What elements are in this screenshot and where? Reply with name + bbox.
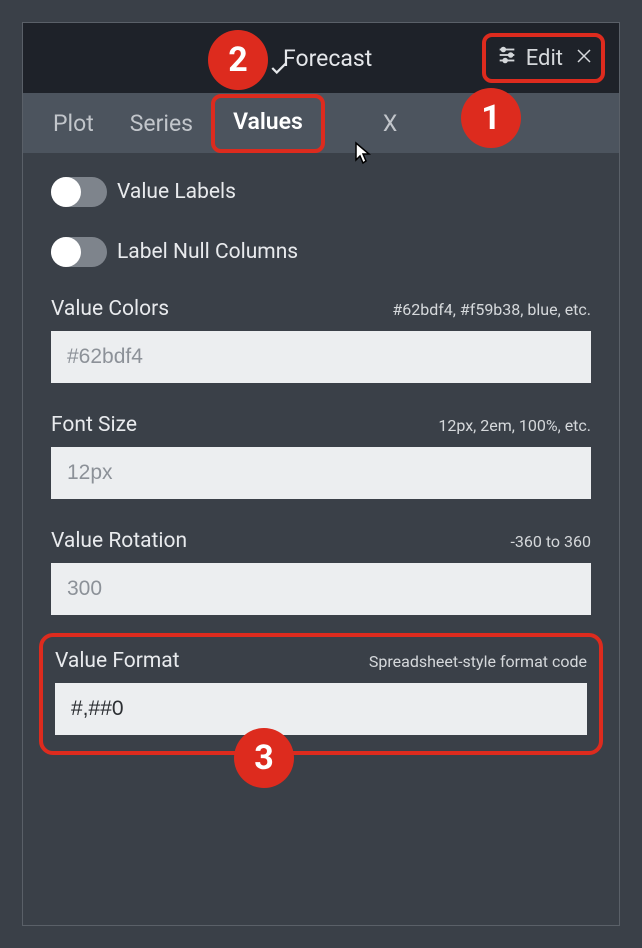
panel-header: Forecast Edit: [23, 23, 619, 93]
field-header: Value Colors #62bdf4, #f59b38, blue, etc…: [51, 297, 591, 321]
value-format-input[interactable]: [55, 683, 587, 735]
font-size-field: Font Size 12px, 2em, 100%, etc.: [51, 413, 591, 499]
value-rotation-label: Value Rotation: [51, 529, 187, 553]
tab-bar: Plot Series Values X Y: [23, 93, 619, 153]
annotation-2: 2: [208, 30, 268, 90]
edit-label: Edit: [526, 46, 563, 71]
font-size-hint: 12px, 2em, 100%, etc.: [438, 416, 591, 435]
value-colors-label: Value Colors: [51, 297, 169, 321]
field-header: Font Size 12px, 2em, 100%, etc.: [51, 413, 591, 437]
label-null-columns-label: Label Null Columns: [117, 240, 298, 264]
value-colors-field: Value Colors #62bdf4, #f59b38, blue, etc…: [51, 297, 591, 383]
close-icon: [575, 47, 593, 69]
tab-plot[interactable]: Plot: [23, 93, 112, 153]
tab-values[interactable]: Values: [229, 108, 307, 135]
edit-region-highlight: Edit: [482, 33, 605, 83]
value-format-hint: Spreadsheet-style format code: [369, 652, 587, 671]
field-header: Value Rotation -360 to 360: [51, 529, 591, 553]
value-format-label: Value Format: [55, 649, 180, 673]
close-button[interactable]: [575, 47, 593, 69]
settings-panel: Forecast Edit: [22, 22, 620, 926]
value-labels-row: Value Labels: [51, 177, 591, 207]
content-area: Value Labels Label Null Columns Value Co…: [23, 153, 619, 925]
font-size-label: Font Size: [51, 413, 137, 437]
edit-button[interactable]: Edit: [496, 44, 563, 72]
value-rotation-field: Value Rotation -360 to 360: [51, 529, 591, 615]
value-format-field: Value Format Spreadsheet-style format co…: [55, 649, 587, 735]
field-header: Value Format Spreadsheet-style format co…: [55, 649, 587, 673]
label-null-columns-row: Label Null Columns: [51, 237, 591, 267]
tab-series[interactable]: Series: [112, 93, 211, 153]
value-labels-toggle[interactable]: [51, 177, 107, 207]
label-null-columns-toggle[interactable]: [51, 237, 107, 267]
value-colors-hint: #62bdf4, #f59b38, blue, etc.: [392, 300, 591, 319]
toggle-knob: [51, 177, 81, 207]
value-colors-input[interactable]: [51, 331, 591, 383]
font-size-input[interactable]: [51, 447, 591, 499]
annotation-1: 1: [461, 88, 521, 148]
annotation-3: 3: [234, 728, 294, 788]
value-format-highlight: Value Format Spreadsheet-style format co…: [39, 633, 603, 755]
sliders-icon: [496, 44, 518, 72]
tab-highlight: Values: [211, 94, 325, 153]
toggle-knob: [51, 237, 81, 267]
tab-x[interactable]: X: [365, 93, 415, 153]
checkmark-icon: [270, 60, 288, 79]
value-labels-label: Value Labels: [117, 180, 236, 204]
panel-title: Forecast: [283, 45, 372, 72]
value-rotation-hint: -360 to 360: [510, 532, 591, 551]
value-rotation-input[interactable]: [51, 563, 591, 615]
